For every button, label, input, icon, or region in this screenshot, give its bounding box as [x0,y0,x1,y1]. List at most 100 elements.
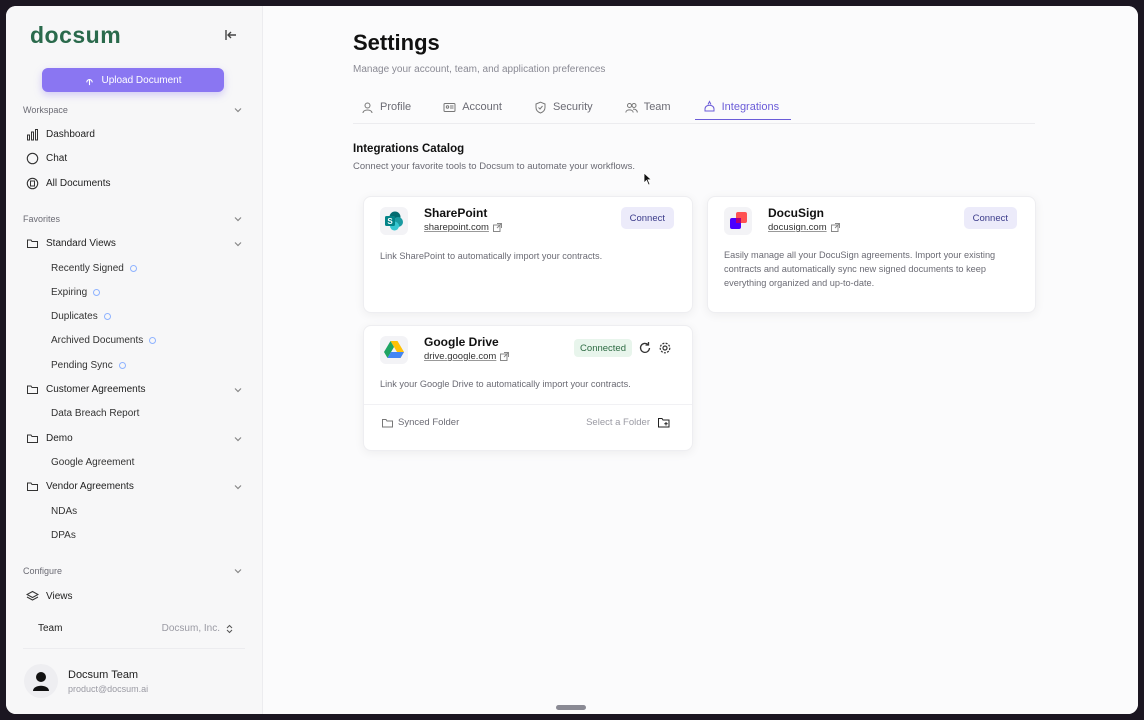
select-folder-text: Select a Folder [586,417,650,428]
chevron-down-icon[interactable] [233,239,243,249]
sidebar-item-duplicates[interactable]: Duplicates [51,308,111,324]
tabs-divider [353,123,1035,124]
divider [23,648,245,649]
sharepoint-logo: S [380,207,408,235]
folder-icon [27,239,38,248]
favorites-section-label: Favorites [23,214,61,224]
integration-link[interactable]: drive.google.com [424,351,510,362]
integration-name: DocuSign [768,206,824,220]
sidebar-item-data-breach-report[interactable]: Data Breach Report [51,405,139,421]
sidebar-item-ndas[interactable]: NDAs [51,503,77,519]
google-drive-logo [380,336,408,364]
sidebar-item-label: All Documents [46,177,111,189]
app-window: docsum Upload Document Workspace Dashboa… [6,6,1138,714]
tab-account[interactable]: Account [435,94,514,120]
sidebar-item-recently-signed[interactable]: Recently Signed [51,260,137,276]
connect-button[interactable]: Connect [620,207,674,229]
configure-section-label: Configure [23,566,63,576]
sidebar-item-label: Pending Sync [51,359,113,371]
folder-icon [27,434,38,443]
users-icon [624,102,638,113]
chevron-down-icon[interactable] [233,214,243,224]
user-name: Docsum Team [68,668,139,681]
sidebar-item-archived-documents[interactable]: Archived Documents [51,332,157,348]
select-folder-button[interactable]: Select a Folder [586,417,670,428]
shield-icon [118,361,126,369]
shield-icon [93,288,101,296]
sidebar-item-views[interactable]: Views [26,588,73,604]
gear-icon[interactable] [658,341,672,355]
sidebar-item-dashboard[interactable]: Dashboard [26,126,95,142]
team-name: Docsum, Inc. [161,623,220,634]
folder-label: Standard Views [46,237,116,249]
tab-profile[interactable]: Profile [353,94,423,120]
tab-team[interactable]: Team [617,94,683,120]
chevron-down-icon[interactable] [233,566,243,576]
tab-security[interactable]: Security [526,94,605,120]
tab-label: Security [552,101,593,113]
user-profile[interactable]: Docsum Team product@docsum.ai [24,664,148,698]
sidebar-item-google-agreement[interactable]: Google Agreement [51,454,134,470]
sidebar-item-label: Google Agreement [51,456,135,468]
integration-link[interactable]: docusign.com [768,222,840,233]
settings-page: Settings Manage your account, team, and … [263,6,1138,714]
team-value: Docsum, Inc. [162,623,234,634]
status-badge: Connected [574,339,632,357]
sidebar-item-pending-sync[interactable]: Pending Sync [51,357,126,373]
upload-document-button[interactable]: Upload Document [42,68,224,92]
integration-description: Link your Google Drive to automatically … [380,379,631,389]
collapse-sidebar-icon[interactable] [224,28,238,42]
shield-icon [149,336,157,344]
tab-integrations[interactable]: Integrations [694,94,792,120]
user-avatar-icon [33,672,49,691]
shield-icon [129,264,137,272]
sidebar-item-label: Data Breach Report [51,407,140,419]
sidebar-item-all-documents[interactable]: All Documents [26,175,110,191]
user-icon [362,102,373,113]
id-card-icon [443,102,456,112]
docsum-logo[interactable]: docsum [30,22,121,49]
mouse-cursor-icon [643,172,653,186]
svg-text:S: S [387,217,393,226]
tab-label: Account [462,101,502,113]
shield-check-icon [535,101,546,114]
folder-icon [27,385,38,394]
external-link-icon [830,223,840,232]
docusign-icon [730,212,747,229]
folder-vendor-agreements[interactable]: Vendor Agreements [26,478,134,494]
avatar [24,664,58,698]
sidebar-item-chat[interactable]: Chat [26,150,67,166]
sidebar-item-expiring[interactable]: Expiring [51,284,101,300]
connect-button[interactable]: Connect [963,207,1017,229]
workspace-section-label: Workspace [23,105,68,115]
sidebar-item-label: Expiring [51,286,88,298]
chevron-down-icon[interactable] [233,482,243,492]
chevron-down-icon[interactable] [233,434,243,444]
external-link-icon [500,352,510,361]
chevron-down-icon[interactable] [233,105,243,115]
upload-label: Upload Document [101,74,182,86]
refresh-icon[interactable] [638,341,652,355]
settings-tabs: Profile Account Security Team Integratio… [353,94,803,124]
sidebar-item-label: Duplicates [51,310,98,322]
folder-label: Vendor Agreements [46,480,134,492]
integration-card-docusign: DocuSign docusign.com Connect Easily man… [707,196,1036,313]
folder-customer-agreements[interactable]: Customer Agreements [26,381,146,397]
link-text: sharepoint.com [424,222,489,233]
sidebar-item-dpas[interactable]: DPAs [51,527,76,543]
integration-link[interactable]: sharepoint.com [424,222,502,233]
layers-icon [26,590,39,601]
chevron-updown-icon [226,624,233,633]
folder-standard-views[interactable]: Standard Views [26,235,116,251]
synced-folder-label: Synced Folder [382,417,459,428]
documents-icon [26,177,39,189]
folder-plus-icon [658,418,670,428]
scroll-handle[interactable] [556,705,586,710]
folder-demo[interactable]: Demo [26,430,73,446]
description-line: contracts and automatically sync new sig… [724,264,986,274]
user-email: product@docsum.ai [68,683,149,694]
chevron-down-icon[interactable] [233,385,243,395]
team-switcher[interactable]: Team Docsum, Inc. [38,623,234,634]
folder-icon [382,418,393,427]
google-drive-icon [384,341,404,358]
